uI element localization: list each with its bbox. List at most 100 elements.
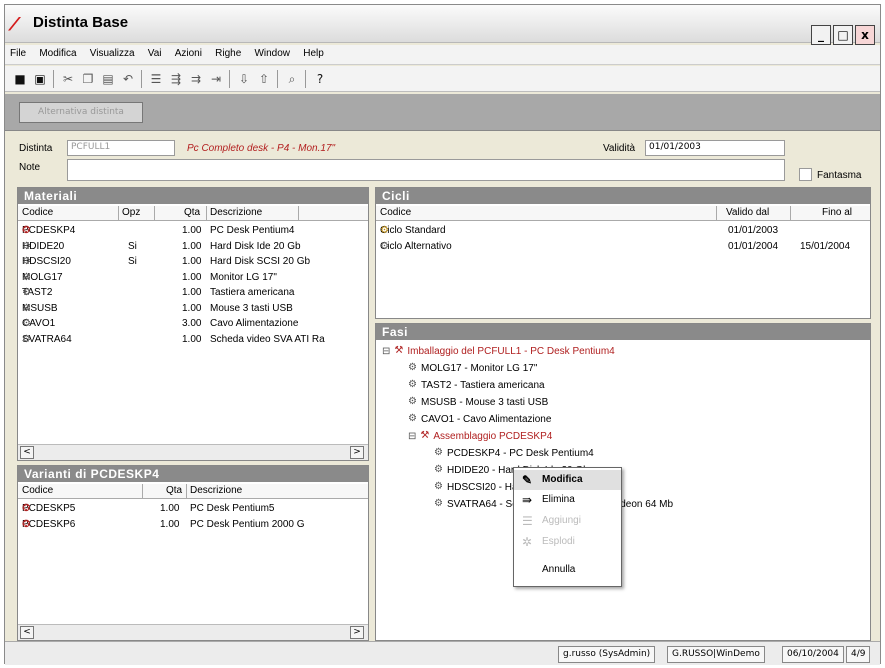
scroll-right-icon[interactable]: > bbox=[350, 626, 364, 639]
column-divider[interactable] bbox=[186, 484, 187, 499]
move-down-icon[interactable]: ⇩ bbox=[235, 70, 253, 88]
col-descrizione[interactable]: Descrizione bbox=[190, 485, 242, 496]
note-label: Note bbox=[19, 162, 41, 173]
col-fino-al[interactable]: Fino al bbox=[822, 207, 852, 218]
collapse-icon[interactable]: ⊟ bbox=[382, 346, 390, 357]
table-row[interactable]: ⚙ Ciclo Alternativo 01/01/2004 15/01/2004 bbox=[376, 240, 870, 255]
indent-icon[interactable]: ⇥ bbox=[207, 70, 225, 88]
window-icon[interactable]: ▣ bbox=[31, 70, 49, 88]
note-field[interactable] bbox=[67, 159, 785, 181]
menu-azioni[interactable]: Azioni bbox=[170, 45, 207, 62]
context-menu-item-elimina[interactable]: ⇛ Elimina bbox=[514, 490, 621, 510]
row-codice: ⚙ CAVO1 bbox=[22, 318, 55, 329]
minimize-button[interactable]: _ bbox=[811, 25, 831, 45]
menu-modifica[interactable]: Modifica bbox=[34, 45, 81, 62]
menu-righe[interactable]: Righe bbox=[210, 45, 246, 62]
fantasma-checkbox[interactable] bbox=[799, 168, 812, 181]
close-button[interactable]: x bbox=[855, 25, 875, 45]
tree-node[interactable]: ⚙ TAST2 - Tastiera americana bbox=[408, 380, 545, 391]
collapse-icon[interactable]: ⊟ bbox=[408, 431, 416, 442]
tree-node-label: MOLG17 - Monitor LG 17" bbox=[421, 363, 538, 374]
menu-bar: File Modifica Visualizza Vai Azioni Righ… bbox=[5, 45, 880, 65]
paste-icon[interactable]: ▤ bbox=[99, 70, 117, 88]
app-logo-icon: ⁄ bbox=[13, 14, 17, 35]
table-row[interactable]: ⚙ HDIDE20 Si 1.00 Hard Disk Ide 20 Gb bbox=[18, 240, 368, 255]
row-codice: ⚙ Ciclo Alternativo bbox=[380, 241, 452, 252]
save-icon[interactable]: ■ bbox=[11, 70, 29, 88]
column-divider[interactable] bbox=[154, 206, 155, 221]
tree-node[interactable]: ⚙ MSUSB - Mouse 3 tasti USB bbox=[408, 397, 548, 408]
column-divider[interactable] bbox=[790, 206, 791, 221]
scroll-left-icon[interactable]: < bbox=[20, 446, 34, 459]
preview-icon[interactable]: ⌕ bbox=[283, 70, 301, 88]
undo-icon[interactable]: ↶ bbox=[119, 70, 137, 88]
toolbar-separator bbox=[53, 70, 54, 88]
col-valido-dal[interactable]: Valido dal bbox=[726, 207, 769, 218]
table-row[interactable]: ⚙ MSUSB 1.00 Mouse 3 tasti USB bbox=[18, 302, 368, 317]
alternativa-distinta-button[interactable]: Alternativa distinta bbox=[19, 102, 143, 123]
tree-node[interactable]: ⊟ ⚒ Imballaggio del PCFULL1 - PC Desk Pent… bbox=[382, 346, 615, 357]
tree-node[interactable]: ⚙ MOLG17 - Monitor LG 17" bbox=[408, 363, 537, 374]
maximize-button[interactable]: □ bbox=[833, 25, 853, 45]
button-strip: Alternativa distinta bbox=[5, 94, 880, 131]
row-descrizione: PC Desk Pentium5 bbox=[190, 503, 275, 514]
table-row[interactable]: ⚙ CAVO1 3.00 Cavo Alimentazione bbox=[18, 317, 368, 332]
column-divider[interactable] bbox=[298, 206, 299, 221]
tree-node[interactable]: ⚙ CAVO1 - Cavo Alimentazione bbox=[408, 414, 551, 425]
assembly-icon: ✪ bbox=[22, 503, 31, 514]
column-divider[interactable] bbox=[118, 206, 119, 221]
table-row[interactable]: ⚙ MOLG17 1.00 Monitor LG 17" bbox=[18, 271, 368, 286]
validita-field[interactable]: 01/01/2003 bbox=[645, 140, 785, 156]
col-codice[interactable]: Codice bbox=[22, 485, 53, 496]
menu-help[interactable]: Help bbox=[298, 45, 329, 62]
insert-row-icon[interactable]: ⇶ bbox=[167, 70, 185, 88]
varianti-hscroll[interactable]: < > bbox=[18, 624, 368, 640]
menu-window[interactable]: Window bbox=[249, 45, 295, 62]
explode-icon: ✲ bbox=[522, 535, 533, 549]
append-row-icon[interactable]: ⇉ bbox=[187, 70, 205, 88]
tree-node[interactable]: ⚙ PCDESKP4 - PC Desk Pentium4 bbox=[434, 448, 594, 459]
table-row[interactable]: ⚙ SVATRA64 1.00 Scheda video SVA ATI Ra bbox=[18, 333, 368, 348]
copy-icon[interactable]: ❐ bbox=[79, 70, 97, 88]
distinta-label: Distinta bbox=[19, 143, 53, 154]
menu-file[interactable]: File bbox=[5, 45, 31, 62]
col-codice[interactable]: Codice bbox=[380, 207, 411, 218]
row-descrizione: Tastiera americana bbox=[210, 287, 295, 298]
add-row-icon[interactable]: ☰ bbox=[147, 70, 165, 88]
col-qta[interactable]: Qta bbox=[166, 485, 182, 496]
table-row[interactable]: ⚙ TAST2 1.00 Tastiera americana bbox=[18, 286, 368, 301]
row-descrizione: Monitor LG 17" bbox=[210, 271, 277, 283]
column-divider[interactable] bbox=[142, 484, 143, 499]
help-icon[interactable]: ? bbox=[311, 70, 329, 88]
scroll-right-icon[interactable]: > bbox=[350, 446, 364, 459]
table-row[interactable]: ⚙ HDSCSI20 Si 1.00 Hard Disk SCSI 20 Gb bbox=[18, 255, 368, 270]
scroll-left-icon[interactable]: < bbox=[20, 626, 34, 639]
context-menu-item-modifica[interactable]: ✎ Modifica bbox=[514, 470, 621, 490]
table-row[interactable]: ⚙ Ciclo Standard 01/01/2003 bbox=[376, 224, 870, 239]
col-qta[interactable]: Qta bbox=[184, 207, 200, 218]
materiali-header: Codice Opz Qta Descrizione bbox=[18, 206, 368, 221]
tree-node[interactable]: ⊟ ⚒ Assemblaggio PCDESKP4 bbox=[408, 431, 552, 442]
row-descrizione: Hard Disk SCSI 20 Gb bbox=[210, 256, 311, 267]
tree-node-label: Assemblaggio PCDESKP4 bbox=[433, 431, 553, 442]
col-descrizione[interactable]: Descrizione bbox=[210, 207, 262, 218]
col-opz[interactable]: Opz bbox=[122, 207, 140, 218]
menu-item-label: Modifica bbox=[542, 474, 583, 485]
menu-visualizza[interactable]: Visualizza bbox=[85, 45, 140, 62]
pencil-icon: ✎ bbox=[522, 473, 533, 487]
col-codice[interactable]: Codice bbox=[22, 207, 53, 218]
table-row[interactable]: ✪ PCDESKP6 1.00 PC Desk Pentium 2000 G bbox=[18, 518, 368, 533]
cycle-icon: ⚙ bbox=[380, 241, 389, 252]
column-divider[interactable] bbox=[206, 206, 207, 221]
table-row[interactable]: ✪ PCDESKP5 1.00 PC Desk Pentium5 bbox=[18, 502, 368, 517]
menu-vai[interactable]: Vai bbox=[143, 45, 167, 62]
context-menu-item-annulla[interactable]: Annulla bbox=[514, 560, 621, 580]
menu-item-label: Esplodi bbox=[542, 536, 575, 547]
distinta-field[interactable]: PCFULL1 bbox=[67, 140, 175, 156]
cut-icon[interactable]: ✂ bbox=[59, 70, 77, 88]
move-up-icon[interactable]: ⇧ bbox=[255, 70, 273, 88]
table-row[interactable]: ✪ PCDESKP4 1.00 PC Desk Pentium4 bbox=[18, 224, 368, 239]
column-divider[interactable] bbox=[716, 206, 717, 221]
materiali-hscroll[interactable]: < > bbox=[18, 444, 368, 460]
part-icon: ⚙ bbox=[408, 396, 417, 408]
